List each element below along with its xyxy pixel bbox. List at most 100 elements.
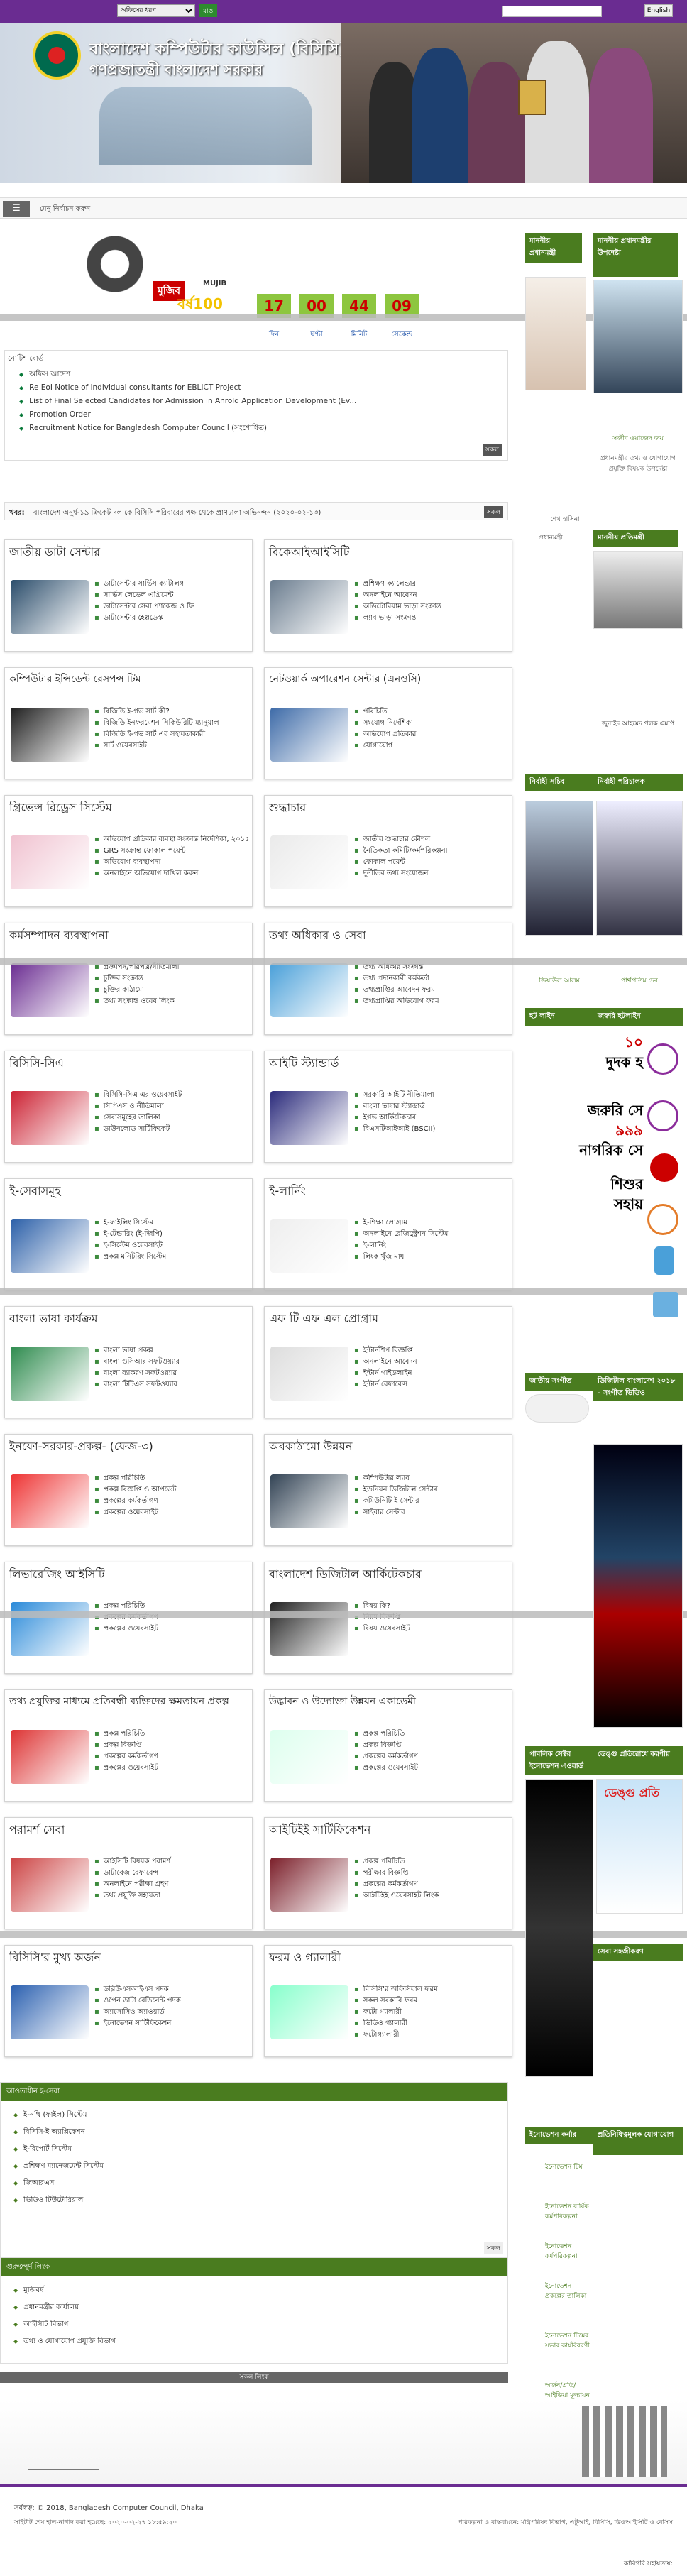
service-link[interactable]: কমিউনিটি ই সেন্টার: [354, 1496, 510, 1507]
minister-photo[interactable]: [593, 551, 683, 629]
service-link[interactable]: প্রকল্পের কর্মকর্তাগণ: [94, 1496, 251, 1507]
service-link[interactable]: জাতীয় শুদ্ধাচার কৌশল: [354, 834, 510, 845]
service-box-image[interactable]: [11, 1730, 89, 1784]
service-link[interactable]: তথ্য প্রযুক্তি সহায়তা: [94, 1890, 251, 1902]
service-box-image[interactable]: [270, 1858, 348, 1912]
service-link[interactable]: প্রকল্পের ওয়েবসাইট: [94, 1763, 251, 1774]
service-link[interactable]: আইটিইই ওয়েবসাইট লিংক: [354, 1890, 510, 1902]
service-box-title[interactable]: তথ্য অধিকার ও সেবা: [269, 926, 366, 946]
service-box-title[interactable]: আইটিইই সার্টিফিকেশন: [269, 1821, 370, 1840]
dengue-image[interactable]: ডেঙ্গু প্রতি: [596, 1779, 683, 1914]
service-link[interactable]: অডিটোরিয়াম ভাড়া সংক্রান্ত: [354, 601, 510, 613]
service-box-title[interactable]: কর্মসম্পাদন ব্যবস্থাপনা: [9, 926, 109, 946]
service-box-image[interactable]: [11, 1347, 89, 1401]
service-link[interactable]: সার্ভিস লেভেল এগ্রিমেন্ট: [94, 590, 251, 601]
service-box-title[interactable]: কম্পিউটার ইন্সিডেন্ট রেসপন্স টিম: [9, 671, 251, 688]
service-link[interactable]: ভিডিও গ্যালারী: [354, 2018, 510, 2029]
service-link[interactable]: ই-টেন্ডারিং (ই-জিপি): [94, 1229, 251, 1240]
hotline-item[interactable]: ১০: [579, 1032, 643, 1052]
service-link[interactable]: ল্যাব ভাড়া সংক্রান্ত: [354, 613, 510, 624]
service-box-image[interactable]: [270, 708, 348, 762]
video-player[interactable]: [593, 1444, 683, 1728]
service-box-image[interactable]: [11, 1091, 89, 1145]
service-link[interactable]: পরীক্ষার বিজ্ঞপ্তি: [354, 1868, 510, 1879]
service-link[interactable]: প্রকল্পের কর্মকর্তাগণ: [354, 1879, 510, 1890]
service-link[interactable]: অনলাইনে আবেদন: [354, 1356, 510, 1368]
service-link[interactable]: GRS সংক্রান্ত ফোকাল পয়েন্ট: [94, 845, 251, 857]
language-button[interactable]: English: [644, 4, 673, 17]
service-link[interactable]: ই-শিক্ষা প্রোগ্রাম: [354, 1217, 510, 1229]
service-link[interactable]: ফোকাল পয়েন্ট: [354, 857, 510, 868]
service-box-image[interactable]: [270, 580, 348, 634]
service-link[interactable]: প্রকল্পের কর্মকর্তাগণ: [94, 1751, 251, 1763]
e-service-item[interactable]: ভিডিও টিউটোরিয়াল: [13, 2192, 495, 2209]
service-link[interactable]: বিসিসি-সিএ এর ওয়েবসাইট: [94, 1090, 251, 1101]
service-link[interactable]: অ্যাসোসিও অ্যাওয়ার্ড: [94, 2007, 251, 2018]
service-link[interactable]: ই-ফাইলিং সিস্টেম: [94, 1217, 251, 1229]
service-link[interactable]: আইসিটি বিষয়ক পরামর্শ: [94, 1856, 251, 1868]
e-service-item[interactable]: ই-নথি (ফাইল) সিস্টেম: [13, 2107, 495, 2124]
service-link[interactable]: সরকারি আইটি নীতিমালা: [354, 1090, 510, 1101]
service-link[interactable]: সাইবার সেন্টার: [354, 1507, 510, 1518]
service-link[interactable]: ইগভ আর্কিটেকচার: [354, 1112, 510, 1124]
service-link[interactable]: প্রকল্প পরিচিতি: [354, 1728, 510, 1740]
service-link[interactable]: তথ্য সংক্রান্ত ওয়েব লিংক: [94, 996, 251, 1007]
service-link[interactable]: যোগাযোগ: [354, 740, 510, 752]
phone-333-icon[interactable]: [647, 1100, 678, 1131]
advisor-name[interactable]: সজীব ওয়াজেদ জয়: [593, 433, 683, 444]
child-helpline-icon[interactable]: [647, 1204, 678, 1235]
service-link[interactable]: ইনোভেশন সার্টিফিকেশন: [94, 2018, 251, 2029]
government-logo[interactable]: [33, 31, 81, 80]
innovation-item[interactable]: ইনোভেশন কর্মপরিকল্পনা: [525, 2242, 593, 2281]
notice-item[interactable]: অফিস আদেশ: [19, 368, 417, 381]
service-link[interactable]: সকল সরকারি ফরম: [354, 1995, 510, 2007]
service-link[interactable]: ডাউনলোড সার্টিফিকেট: [94, 1124, 251, 1135]
service-link[interactable]: প্রকল্পের কর্মকর্তাগণ: [354, 1751, 510, 1763]
service-link[interactable]: তথ্যপ্রাপ্তির আবেদন ফরম: [354, 985, 510, 996]
service-link[interactable]: অভিযোগ প্রতিকার ব্যবস্থা সংক্রান্ত নির্দ…: [94, 834, 251, 845]
service-link[interactable]: প্রকল্প পরিচিতি: [94, 1473, 251, 1484]
important-link[interactable]: আইসিটি বিভাগ: [13, 2316, 495, 2333]
hotline-item[interactable]: জরুরি সে: [579, 1100, 643, 1120]
director-name[interactable]: পার্থপ্রতিম দেব: [596, 975, 683, 986]
service-box-title[interactable]: তথ্য প্রযুক্তির মাধ্যমে প্রতিবন্ধী ব্যক্…: [9, 1693, 251, 1710]
emergency-999-icon[interactable]: [650, 1153, 678, 1182]
service-link[interactable]: ই-লার্নিং: [354, 1240, 510, 1251]
e-service-item[interactable]: বিসিসি-ই অ্যাপ্লিকেশন: [13, 2124, 495, 2141]
phone-333-icon[interactable]: [647, 1043, 678, 1075]
service-link[interactable]: বিএসটিআইআই (BSCII): [354, 1124, 510, 1135]
service-link[interactable]: প্রকল্প মনিটরিং সিস্টেম: [94, 1251, 251, 1263]
important-link[interactable]: প্রধানমন্ত্রীর কার্যালয়: [13, 2299, 495, 2316]
service-link[interactable]: অনলাইনে অভিযোগ দাখিল করুন: [94, 868, 251, 879]
service-link[interactable]: ফটো গ্যালারী: [354, 2007, 510, 2018]
service-box-image[interactable]: [11, 1474, 89, 1528]
e-services-all[interactable]: সকল: [484, 2242, 503, 2254]
service-link[interactable]: বাংলা ওসিআর সফটওয়্যার: [94, 1356, 251, 1368]
service-link[interactable]: সার্ট ওয়েবসাইট: [94, 740, 251, 752]
notice-item[interactable]: Promotion Order: [19, 408, 417, 422]
service-link[interactable]: বিজিডি ইনফরমেশন সিকিউরিটি ম্যানুয়াল: [94, 718, 251, 729]
service-box-title[interactable]: উদ্ভাবন ও উদ্যোক্তা উন্নয়ন একাডেমী: [269, 1693, 510, 1710]
service-link[interactable]: অভিযোগ প্রতিকার: [354, 729, 510, 740]
service-box-title[interactable]: এফ টি এফ এল প্রোগ্রাম: [269, 1310, 378, 1329]
service-box-title[interactable]: ই-লার্নিং: [269, 1182, 306, 1201]
innovation-item[interactable]: ইনোভেশন টিম: [525, 2162, 593, 2202]
service-box-title[interactable]: আইটি স্ট্যান্ডার্ড: [269, 1054, 339, 1073]
service-box-image[interactable]: [11, 580, 89, 634]
service-box-title[interactable]: গ্রিভেন্স রিড্রেস সিস্টেম: [9, 799, 112, 818]
service-box-image[interactable]: [11, 708, 89, 762]
service-box-title[interactable]: লিভারেজিং আইসিটি: [9, 1565, 105, 1584]
service-box-title[interactable]: পরামর্শ সেবা: [9, 1821, 65, 1840]
service-link[interactable]: বাংলা ভাষার স্ট্যান্ডার্ড: [354, 1101, 510, 1112]
service-link[interactable]: তথ্যপ্রাপ্তির অভিযোগ ফরম: [354, 996, 510, 1007]
service-box-title[interactable]: শুদ্ধাচার: [269, 799, 306, 818]
implementation-credit[interactable]: পরিকল্পনা ও বাস্তবায়নে: মন্ত্রিপরিষদ বি…: [458, 2517, 673, 2528]
hamburger-icon[interactable]: ☰: [3, 201, 30, 217]
service-link[interactable]: বিষয় কি?: [354, 1601, 510, 1612]
service-link[interactable]: অনলাইনে রেজিস্ট্রেশন সিস্টেম: [354, 1229, 510, 1240]
service-link[interactable]: ই-সিস্টেম ওয়েবসাইট: [94, 1240, 251, 1251]
hotline-item[interactable]: দুদক হ: [579, 1052, 643, 1072]
service-box-image[interactable]: [270, 1091, 348, 1145]
service-link[interactable]: নৈতিকতা কমিটি/কর্মপরিকল্পনা: [354, 845, 510, 857]
service-link[interactable]: অনলাইনে পরীক্ষা গ্রহণ: [94, 1879, 251, 1890]
